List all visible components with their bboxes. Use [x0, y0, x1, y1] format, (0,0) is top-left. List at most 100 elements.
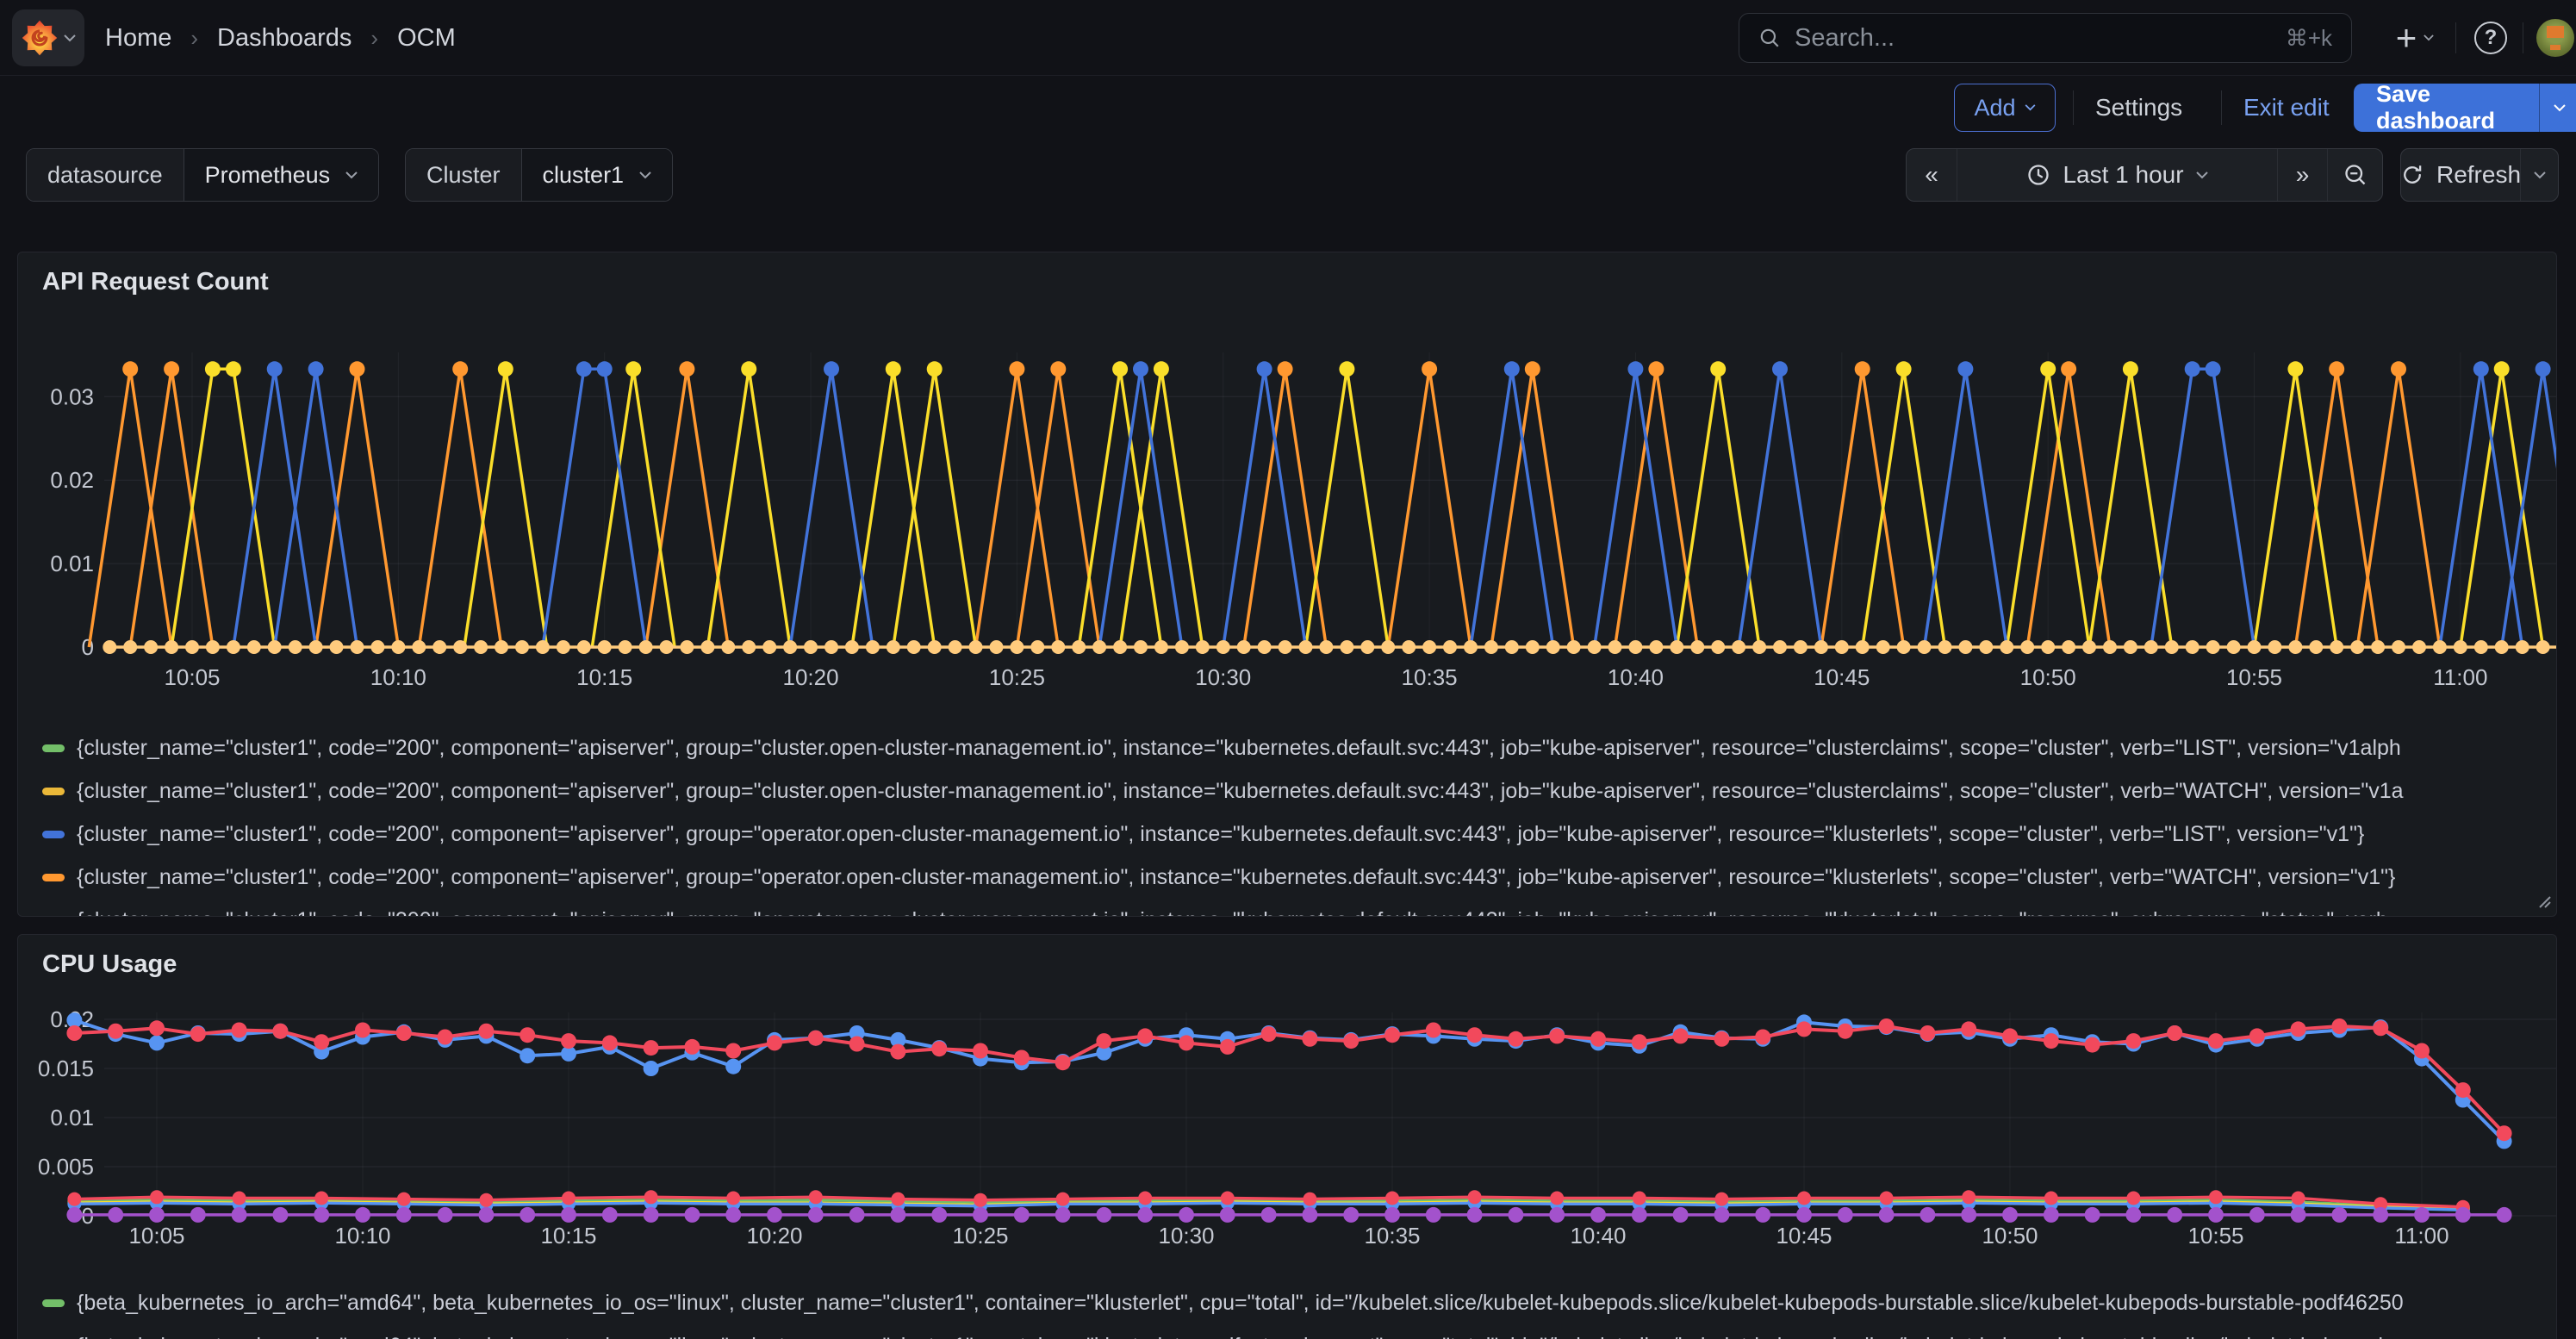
svg-text:10:15: 10:15 — [576, 664, 632, 690]
svg-text:10:35: 10:35 — [1402, 664, 1458, 690]
legend-item[interactable]: {cluster_name="cluster1", code="200", co… — [42, 856, 2548, 899]
time-range-picker[interactable]: Last 1 hour — [1957, 149, 2277, 201]
svg-text:0.015: 0.015 — [38, 1056, 94, 1081]
cluster-variable-select[interactable]: cluster1 — [522, 149, 673, 201]
search-box[interactable]: ⌘+k — [1739, 13, 2352, 63]
help-button[interactable]: ? — [2474, 22, 2507, 54]
new-item-button[interactable]: + — [2385, 17, 2445, 59]
time-range-chevron-down-icon — [2196, 171, 2208, 179]
cpu-usage-chart[interactable]: 10:0510:1010:1510:2010:2510:3010:3510:40… — [18, 1009, 2556, 1278]
svg-text:10:55: 10:55 — [2226, 664, 2282, 690]
legend-item[interactable]: {beta_kubernetes_io_arch="amd64", beta_k… — [42, 1281, 2548, 1324]
datasource-chevron-down-icon — [345, 171, 358, 179]
legend-item[interactable]: {cluster_name="cluster1", code="200", co… — [42, 813, 2548, 856]
legend-color-swatch — [42, 744, 65, 752]
panel-title[interactable]: API Request Count — [42, 268, 269, 296]
svg-text:10:45: 10:45 — [1814, 664, 1870, 690]
legend-item[interactable]: {cluster_name="cluster1", code="200", co… — [42, 769, 2548, 813]
svg-text:10:15: 10:15 — [540, 1223, 596, 1249]
dashboard-edit-toolbar: Add Settings Exit edit Save dashboard — [0, 76, 2576, 140]
legend-series-label: {cluster_name="cluster1", code="200", co… — [77, 736, 2401, 761]
breadcrumb-home[interactable]: Home — [105, 24, 171, 53]
cluster-chevron-down-icon — [639, 171, 651, 179]
svg-text:10:45: 10:45 — [1776, 1223, 1832, 1249]
cluster-value: cluster1 — [543, 162, 625, 189]
svg-text:10:25: 10:25 — [952, 1223, 1008, 1249]
save-chevron-down-icon — [2554, 104, 2566, 112]
legend-series-label: {beta_kubernetes_io_arch="amd64", beta_k… — [77, 1334, 2401, 1339]
save-dashboard-options-button[interactable] — [2539, 84, 2576, 132]
svg-text:10:40: 10:40 — [1570, 1223, 1626, 1249]
grafana-logo-icon — [21, 19, 59, 57]
svg-text:10:40: 10:40 — [1608, 664, 1664, 690]
svg-text:10:20: 10:20 — [783, 664, 839, 690]
search-shortcut-hint: ⌘+k — [2286, 25, 2332, 52]
legend-color-swatch — [42, 917, 65, 918]
exit-edit-button[interactable]: Exit edit — [2243, 84, 2330, 132]
svg-text:10:10: 10:10 — [370, 664, 426, 690]
refresh-chevron-down-icon — [2534, 171, 2546, 179]
legend-item[interactable]: {cluster_name="cluster1", code="200", co… — [42, 899, 2548, 917]
datasource-variable-select[interactable]: Prometheus — [184, 149, 379, 201]
svg-text:10:10: 10:10 — [334, 1223, 390, 1249]
breadcrumb-separator: › — [190, 25, 198, 52]
svg-text:0.005: 0.005 — [38, 1154, 94, 1180]
panel-resize-handle[interactable] — [2536, 893, 2551, 912]
clock-icon — [2026, 163, 2050, 187]
settings-button[interactable]: Settings — [2095, 84, 2182, 132]
panel-api-request-count: API Request Count 10:0510:1010:1510:2010… — [17, 252, 2557, 917]
svg-text:10:30: 10:30 — [1158, 1223, 1214, 1249]
legend-series-label: {beta_kubernetes_io_arch="amd64", beta_k… — [77, 1291, 2404, 1316]
svg-text:0.02: 0.02 — [50, 467, 94, 493]
add-panel-button[interactable]: Add — [1954, 84, 2056, 132]
time-shift-back-button[interactable]: « — [1907, 149, 1957, 201]
panel-title[interactable]: CPU Usage — [42, 950, 177, 979]
user-avatar[interactable] — [2536, 19, 2574, 57]
svg-text:0.01: 0.01 — [50, 551, 94, 576]
svg-text:10:35: 10:35 — [1364, 1223, 1420, 1249]
toolbar-divider — [2073, 90, 2074, 125]
legend-series-label: {cluster_name="cluster1", code="200", co… — [77, 908, 2400, 918]
legend-item[interactable]: {beta_kubernetes_io_arch="amd64", beta_k… — [42, 1324, 2548, 1339]
cluster-variable-label: Cluster — [406, 149, 522, 201]
refresh-label: Refresh — [2436, 161, 2521, 189]
legend-color-swatch — [42, 788, 65, 795]
svg-text:11:00: 11:00 — [2394, 1223, 2448, 1249]
time-range-label: Last 1 hour — [2063, 161, 2183, 189]
plus-chevron-down-icon — [2424, 34, 2434, 41]
time-zoom-out-button[interactable] — [2327, 149, 2382, 201]
refresh-group: Refresh — [2400, 148, 2559, 202]
search-input[interactable] — [1795, 24, 2272, 53]
time-shift-forward-button[interactable]: » — [2277, 149, 2327, 201]
search-icon — [1758, 27, 1781, 49]
add-button-label: Add — [1974, 95, 2015, 121]
toolbar-divider — [2221, 90, 2222, 125]
datasource-value: Prometheus — [205, 162, 331, 189]
svg-text:10:50: 10:50 — [1982, 1223, 2038, 1249]
svg-text:0.01: 0.01 — [50, 1105, 94, 1130]
legend-series-label: {cluster_name="cluster1", code="200", co… — [77, 822, 2364, 847]
time-picker-group: « Last 1 hour » — [1906, 148, 2383, 202]
legend-item[interactable]: {cluster_name="cluster1", code="200", co… — [42, 726, 2548, 769]
api-request-count-chart[interactable]: 10:0510:1010:1510:2010:2510:3010:3510:40… — [18, 347, 2556, 726]
datasource-variable-control: datasource Prometheus — [26, 148, 379, 202]
datasource-variable-label: datasource — [27, 149, 184, 201]
svg-text:0.03: 0.03 — [50, 383, 94, 409]
zoom-out-icon — [2343, 163, 2368, 187]
breadcrumb-dashboards[interactable]: Dashboards — [217, 24, 352, 53]
svg-text:10:30: 10:30 — [1195, 664, 1251, 690]
panel-cpu-usage: CPU Usage 10:0510:1010:1510:2010:2510:30… — [17, 934, 2557, 1339]
breadcrumb: Home › Dashboards › OCM — [105, 0, 456, 76]
api-chart-legend: {cluster_name="cluster1", code="200", co… — [42, 726, 2548, 917]
svg-text:10:25: 10:25 — [989, 664, 1045, 690]
logo-chevron-down-icon — [64, 34, 76, 42]
grafana-logo-menu[interactable] — [12, 9, 84, 66]
refresh-button[interactable]: Refresh — [2401, 149, 2520, 201]
svg-text:0: 0 — [82, 634, 94, 660]
legend-color-swatch — [42, 1299, 65, 1307]
svg-text:11:00: 11:00 — [2433, 664, 2487, 690]
add-chevron-down-icon — [2025, 104, 2036, 111]
svg-text:10:20: 10:20 — [746, 1223, 802, 1249]
refresh-interval-button[interactable] — [2520, 149, 2558, 201]
legend-color-swatch — [42, 831, 65, 838]
